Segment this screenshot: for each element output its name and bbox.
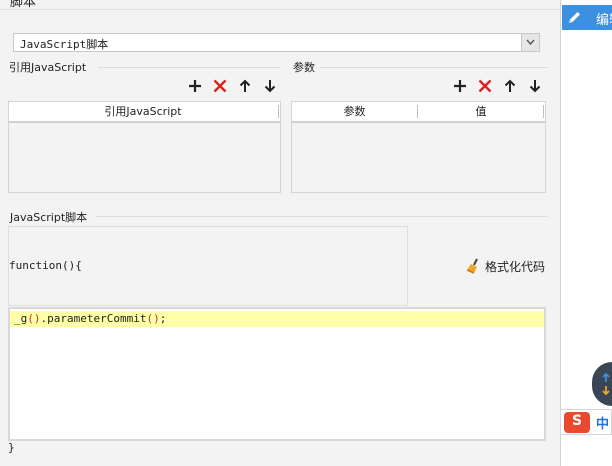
ref-js-table-header: 引用JavaScript <box>9 102 280 123</box>
params-add-button[interactable] <box>452 78 468 94</box>
column-separator <box>278 105 279 118</box>
script-type-select[interactable]: JavaScript脚本 <box>13 33 540 52</box>
ref-js-divider <box>98 67 281 68</box>
function-header-text: function(){ <box>9 259 82 272</box>
delete-icon <box>478 79 492 93</box>
code-paren: ) <box>33 312 41 325</box>
params-delete-button[interactable] <box>477 78 493 94</box>
broom-icon <box>466 258 478 274</box>
delete-icon <box>213 79 227 93</box>
code-line[interactable]: _g().parameterCommit(); <box>10 311 544 327</box>
title-text: 脚本 <box>10 0 37 10</box>
params-table-header: 参数 值 <box>292 102 545 123</box>
arrow-up-icon <box>239 79 251 92</box>
ime-status-bar[interactable]: S 中 <box>560 409 612 435</box>
code-editor[interactable]: _g().parameterCommit(); <box>8 307 546 441</box>
plus-icon <box>454 80 466 92</box>
column-separator <box>543 105 544 118</box>
js-script-section-label: JavaScript脚本 <box>10 211 88 224</box>
chevron-down-icon[interactable] <box>521 34 539 51</box>
ref-js-section-label: 引用JavaScript <box>9 61 87 74</box>
arrow-down-icon <box>264 80 276 93</box>
js-script-divider <box>96 216 548 217</box>
params-divider <box>320 67 548 68</box>
arrow-down-icon <box>529 80 541 93</box>
ref-js-table[interactable]: 引用JavaScript <box>8 101 281 193</box>
params-move-up-button[interactable] <box>502 78 518 94</box>
edit-tab[interactable]: 编辑 <box>562 5 612 30</box>
pencil-icon <box>569 12 580 23</box>
params-table[interactable]: 参数 值 <box>291 101 546 193</box>
code-paren: ) <box>153 312 160 325</box>
code-paren: ( <box>27 312 34 325</box>
code-identifier: _g <box>14 312 28 325</box>
param-name-column-header[interactable]: 参数 <box>292 102 417 121</box>
ref-js-move-down-button[interactable] <box>262 78 278 94</box>
ref-js-column-header[interactable]: 引用JavaScript <box>9 102 277 121</box>
ref-js-add-button[interactable] <box>187 78 203 94</box>
script-type-value: JavaScript脚本 <box>20 38 109 51</box>
code-semicolon: ; <box>159 312 167 325</box>
ime-mode-label[interactable]: 中 <box>596 413 609 432</box>
plus-icon <box>189 80 201 92</box>
format-code-label: 格式化代码 <box>485 260 546 274</box>
code-method: .parameterCommit <box>40 312 147 325</box>
code-text: _g().parameterCommit(); <box>14 311 166 327</box>
closing-brace: } <box>8 441 15 454</box>
ref-js-move-up-button[interactable] <box>237 78 253 94</box>
ref-js-delete-button[interactable] <box>212 78 228 94</box>
sogou-logo-icon: S <box>564 412 590 433</box>
param-value-column-header[interactable]: 值 <box>418 102 544 121</box>
edit-tab-label: 编辑 <box>596 13 612 28</box>
params-move-down-button[interactable] <box>527 78 543 94</box>
title-bar: 脚本 <box>0 0 560 10</box>
params-section-label: 参数 <box>293 61 315 74</box>
transfer-arrows-icon <box>602 372 610 396</box>
arrow-up-icon <box>504 79 516 92</box>
